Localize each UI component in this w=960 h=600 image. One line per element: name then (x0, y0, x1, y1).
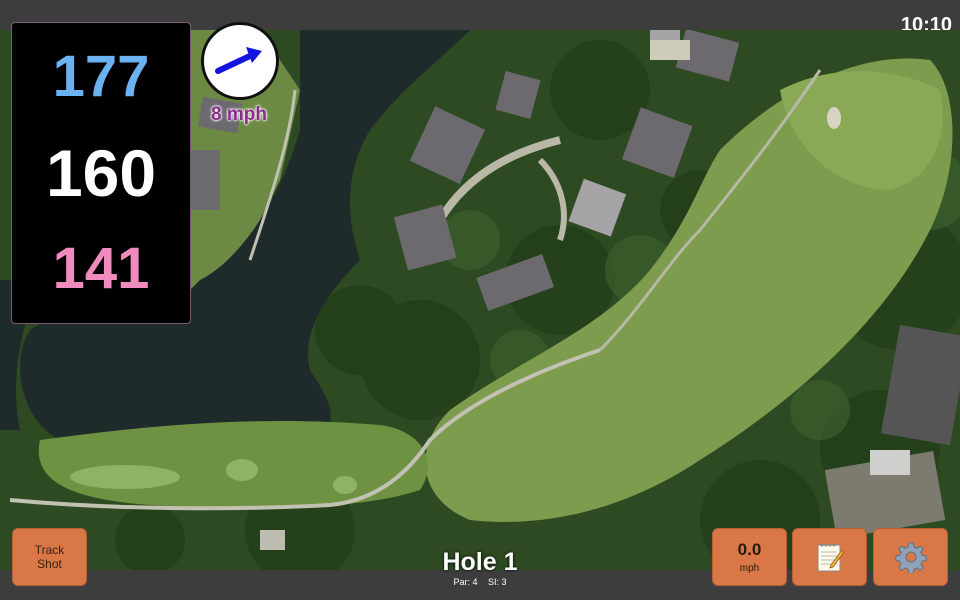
middle-distance: 160 (45, 136, 157, 210)
back-distance: 177 (52, 44, 150, 109)
hole-meta: Par: 4 SI: 3 (380, 577, 580, 587)
track-shot-label-line1: Track (34, 543, 65, 557)
front-distance: 141 (52, 236, 150, 301)
notepad-icon (817, 543, 845, 572)
track-shot-label-line2: Shot (37, 557, 62, 571)
wind-direction-indicator (201, 22, 279, 100)
gear-icon (894, 542, 927, 573)
track-shot-button[interactable]: Track Shot (12, 528, 87, 586)
wind-arrow-icon (215, 47, 262, 74)
hole-stroke-index: SI: 3 (488, 577, 507, 587)
speed-button[interactable]: 0.0 mph (712, 528, 787, 586)
hole-title: Hole 1 (442, 548, 518, 576)
distance-panel: 177 160 141 (11, 22, 191, 324)
speed-unit: mph (739, 563, 760, 574)
speed-value: 0.0 (737, 540, 762, 559)
hole-par: Par: 4 (453, 577, 478, 587)
wind-speed-label: 8 mph (211, 104, 267, 125)
notes-button[interactable] (792, 528, 867, 586)
settings-button[interactable] (873, 528, 948, 586)
